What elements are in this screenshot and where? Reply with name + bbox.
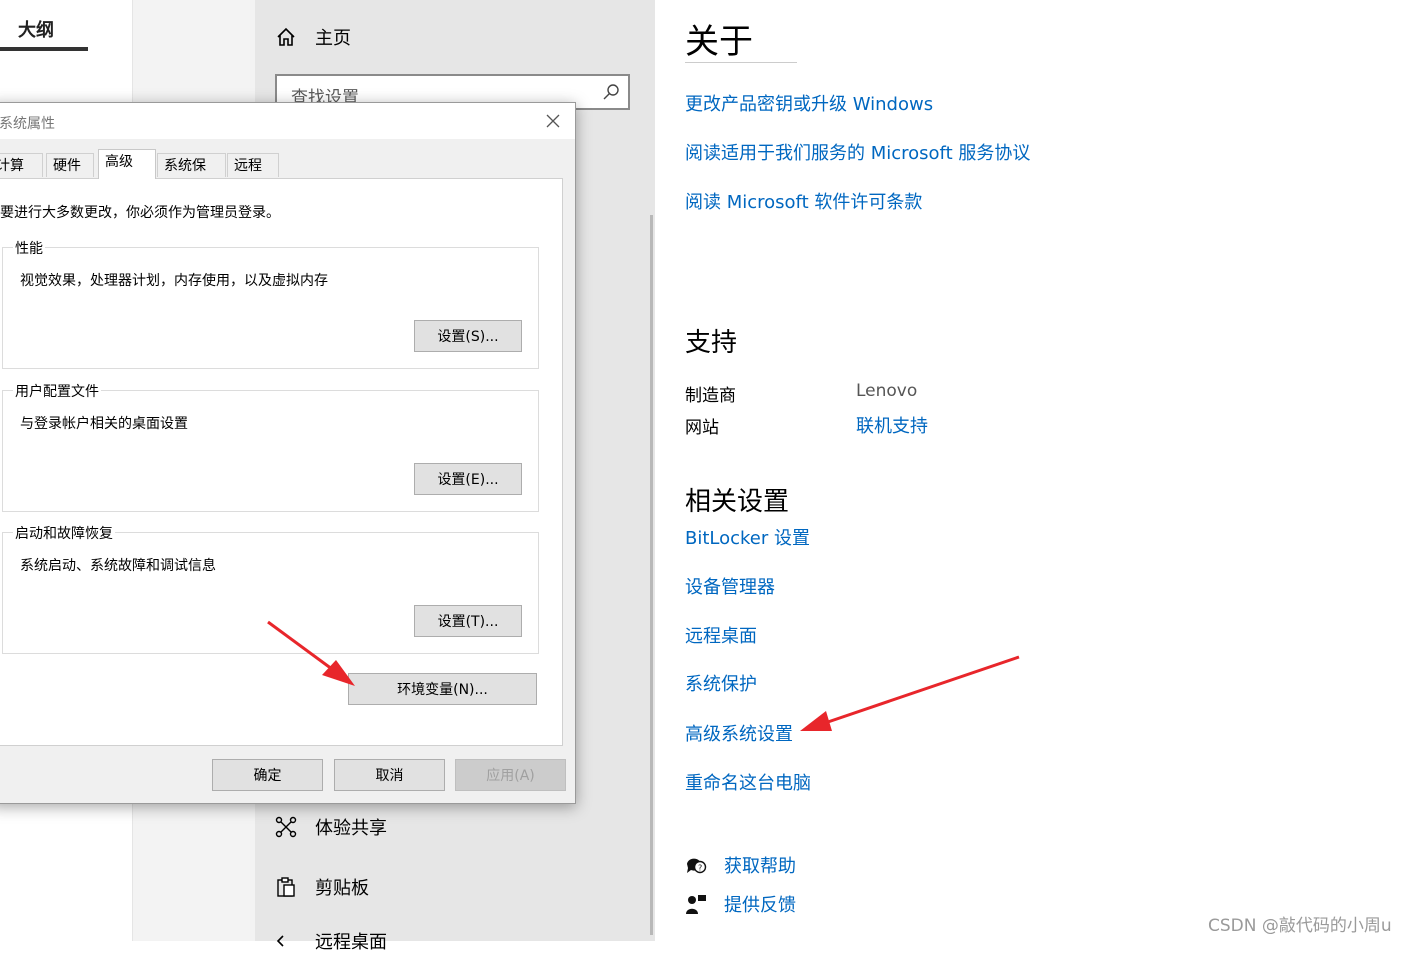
arrow-to-env-variables <box>267 620 355 686</box>
tab-advanced[interactable]: 高级 <box>98 149 156 179</box>
annotation-arrows <box>267 620 1020 731</box>
arrow-to-advanced-settings <box>800 655 1020 731</box>
